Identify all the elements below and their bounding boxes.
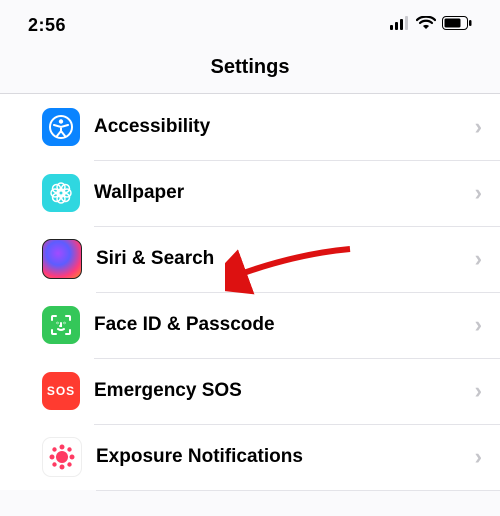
row-label: Emergency SOS [94, 380, 475, 402]
chevron-right-icon: › [475, 312, 482, 338]
row-emergency-sos[interactable]: SOS Emergency SOS › [0, 358, 500, 424]
status-time: 2:56 [28, 15, 66, 36]
settings-screen: 2:56 Settings Accessibility › [0, 0, 500, 516]
accessibility-icon [42, 108, 80, 146]
row-face-id[interactable]: Face ID & Passcode › [0, 292, 500, 358]
row-wallpaper[interactable]: Wallpaper › [0, 160, 500, 226]
status-icons [390, 16, 472, 35]
settings-list: Accessibility › Wallpaper › Siri & Searc… [0, 93, 500, 490]
status-bar: 2:56 [0, 0, 500, 50]
chevron-right-icon: › [475, 180, 482, 206]
cellular-icon [390, 16, 410, 35]
battery-icon [442, 16, 472, 35]
row-label: Face ID & Passcode [94, 314, 475, 336]
row-label: Siri & Search [96, 248, 475, 270]
wifi-icon [416, 16, 436, 35]
row-accessibility[interactable]: Accessibility › [0, 94, 500, 160]
page-title: Settings [0, 56, 500, 79]
chevron-right-icon: › [475, 114, 482, 140]
chevron-right-icon: › [475, 246, 482, 272]
wallpaper-icon [42, 174, 80, 212]
row-exposure-notifications[interactable]: Exposure Notifications › [0, 424, 500, 490]
chevron-right-icon: › [475, 378, 482, 404]
page-header: Settings [0, 50, 500, 93]
row-label: Wallpaper [94, 182, 475, 204]
siri-icon [42, 239, 82, 279]
exposure-icon [42, 437, 82, 477]
face-id-icon [42, 306, 80, 344]
sos-icon: SOS [42, 372, 80, 410]
row-label: Accessibility [94, 116, 475, 138]
row-siri-search[interactable]: Siri & Search › [0, 226, 500, 292]
chevron-right-icon: › [475, 444, 482, 470]
row-label: Exposure Notifications [96, 446, 475, 468]
